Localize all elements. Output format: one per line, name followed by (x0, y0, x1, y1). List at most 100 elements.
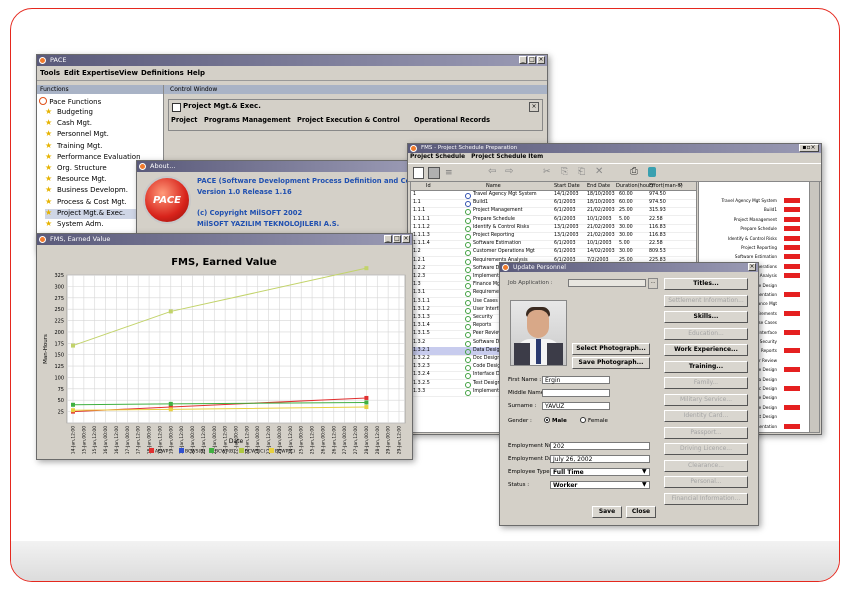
fms-maximize-button[interactable]: □ (393, 235, 401, 243)
delete-icon[interactable]: ✕ (595, 166, 603, 177)
gender-male-label: Male (552, 418, 567, 424)
first-name-field[interactable]: Ergin (542, 376, 610, 384)
side-button[interactable]: Education... (664, 327, 748, 340)
side-button[interactable]: Training... (664, 360, 748, 373)
print-icon[interactable]: ⎙ (630, 166, 638, 177)
menu-view[interactable]: View (119, 66, 138, 80)
schedule-window-controls[interactable]: ▪▫× (799, 144, 819, 152)
col-duration[interactable]: Duration(hour) (616, 182, 653, 190)
forward-icon[interactable]: ⇨ (505, 166, 513, 177)
side-button[interactable]: Identity Card... (664, 410, 748, 422)
cell-id: 1.3.2.2 (413, 356, 430, 361)
cell-id: 1.3.2.1 (413, 347, 430, 353)
gender-male-radio[interactable] (544, 417, 550, 423)
fms-minimize-button[interactable]: _ (384, 235, 392, 243)
col-p[interactable]: P (679, 182, 682, 190)
open-icon[interactable] (428, 167, 440, 179)
job-application-ellipsis[interactable]: … (648, 278, 658, 289)
side-button[interactable]: Passport... (664, 426, 748, 439)
side-button[interactable]: Work Experience... (664, 344, 748, 356)
tab-project-execution[interactable]: Project Execution & Control (297, 116, 400, 124)
about-icon (139, 163, 146, 170)
back-icon[interactable]: ⇦ (488, 166, 496, 177)
about-titlebar[interactable]: About... (137, 161, 412, 172)
minimize-button[interactable]: _ (519, 56, 527, 64)
menu-project-schedule-item[interactable]: Project Schedule Item (471, 154, 543, 160)
star-icon: ★ (45, 118, 53, 128)
employee-type-chevron-down-icon[interactable]: ▼ (642, 468, 647, 475)
cell-id: 1.1.1.1 (413, 216, 430, 222)
status-select[interactable]: Worker (550, 481, 650, 489)
job-application-field[interactable] (568, 279, 646, 287)
side-button[interactable]: Settlement Information... (664, 294, 748, 307)
tab-operational-records[interactable]: Operational Records (414, 116, 490, 124)
select-photograph-button[interactable]: Select Photograph... (572, 343, 650, 355)
menu-help[interactable]: Help (187, 66, 205, 80)
pace-titlebar[interactable]: PACE _ □ × (37, 55, 547, 66)
status-chevron-down-icon[interactable]: ▼ (642, 481, 647, 488)
side-button[interactable]: Titles... (664, 278, 748, 290)
gantt-bar (784, 386, 800, 391)
cell-id: 1.3.1.4 (413, 323, 430, 329)
side-button[interactable]: Clearance... (664, 459, 748, 472)
menu-definitions[interactable]: Definitions (141, 66, 184, 80)
menu-expertise[interactable]: Expertise (82, 66, 119, 80)
fms-close-button[interactable]: × (402, 235, 410, 243)
middle-name-field[interactable] (542, 389, 610, 397)
functions-root[interactable]: Pace Functions (39, 97, 101, 106)
employment-date-field[interactable]: July 26, 2002 (550, 455, 650, 463)
cell-start: 14/1/2003 (554, 192, 579, 197)
save-photograph-button[interactable]: Save Photograph... (572, 357, 650, 369)
cell-id: 1.3.1.2 (413, 306, 430, 312)
col-effort[interactable]: Effort(man-h) (649, 182, 683, 190)
x-tick-label: 29-Jan,00:00 (386, 426, 392, 454)
side-button[interactable]: Skills... (664, 311, 748, 323)
close-dialog-button[interactable]: Close (626, 506, 656, 518)
tab-project[interactable]: Project (171, 116, 197, 124)
menu-project-schedule[interactable]: Project Schedule (410, 154, 465, 160)
cut-icon[interactable]: ✂ (543, 167, 551, 177)
gender-female-label: Female (588, 418, 608, 424)
col-name[interactable]: Name (486, 182, 501, 190)
personnel-close-button[interactable]: × (748, 263, 756, 271)
maximize-button[interactable]: □ (528, 56, 536, 64)
menu-edit[interactable]: Edit (64, 66, 80, 80)
side-button[interactable]: Personal... (664, 476, 748, 488)
col-end[interactable]: End Date (587, 182, 610, 190)
new-icon[interactable] (413, 167, 424, 179)
personnel-titlebar[interactable]: Update Personnel × (500, 263, 758, 272)
save-button[interactable]: Save (592, 506, 622, 518)
function-item[interactable]: ★ Personnel Mgt. (45, 129, 163, 140)
gender-female-radio[interactable] (580, 417, 586, 423)
cell-eff: 315.93 (649, 208, 666, 214)
employment-no-field[interactable]: 202 (550, 442, 650, 450)
menu-tools[interactable]: Tools (40, 66, 60, 80)
employee-type-select[interactable]: Full Time (550, 468, 650, 476)
fms-titlebar[interactable]: FMS, Earned Value _ □ × (37, 234, 412, 245)
y-tick-label: 100 (54, 375, 64, 381)
export-icon[interactable] (648, 167, 656, 177)
gantt-bar (784, 423, 800, 429)
paste-icon[interactable]: ⎗ (578, 167, 585, 177)
close-button[interactable]: × (537, 56, 545, 64)
col-start[interactable]: Start Date (554, 182, 580, 190)
gantt-bar (784, 235, 800, 241)
col-id[interactable]: Id (426, 182, 431, 190)
function-item[interactable]: ★ Cash Mgt. (45, 118, 163, 129)
list-icon[interactable]: ≡ (445, 168, 453, 178)
side-button[interactable]: Driving Licence... (664, 443, 748, 455)
side-button[interactable]: Family... (664, 377, 748, 389)
gantt-scrollbar[interactable] (809, 182, 819, 432)
control-close-icon[interactable]: × (529, 102, 539, 112)
function-item[interactable]: ★ Budgeting (45, 107, 163, 118)
surname-field[interactable]: YAVUZ (542, 402, 610, 410)
copy-icon[interactable]: ⎘ (561, 167, 568, 177)
side-button[interactable]: Financial Information... (664, 492, 748, 505)
cell-id: 1.3.2.4 (413, 372, 430, 378)
tab-programs-management[interactable]: Programs Management (204, 116, 291, 124)
legend-label: ACWP (155, 449, 169, 455)
schedule-titlebar[interactable]: FMS - Project Schedule Preparation ▪▫× (408, 144, 821, 153)
function-item[interactable]: ★ Training Mgt. (45, 141, 163, 152)
side-button[interactable]: Military Service... (664, 393, 748, 406)
cell-dur: 30.00 (619, 224, 633, 230)
